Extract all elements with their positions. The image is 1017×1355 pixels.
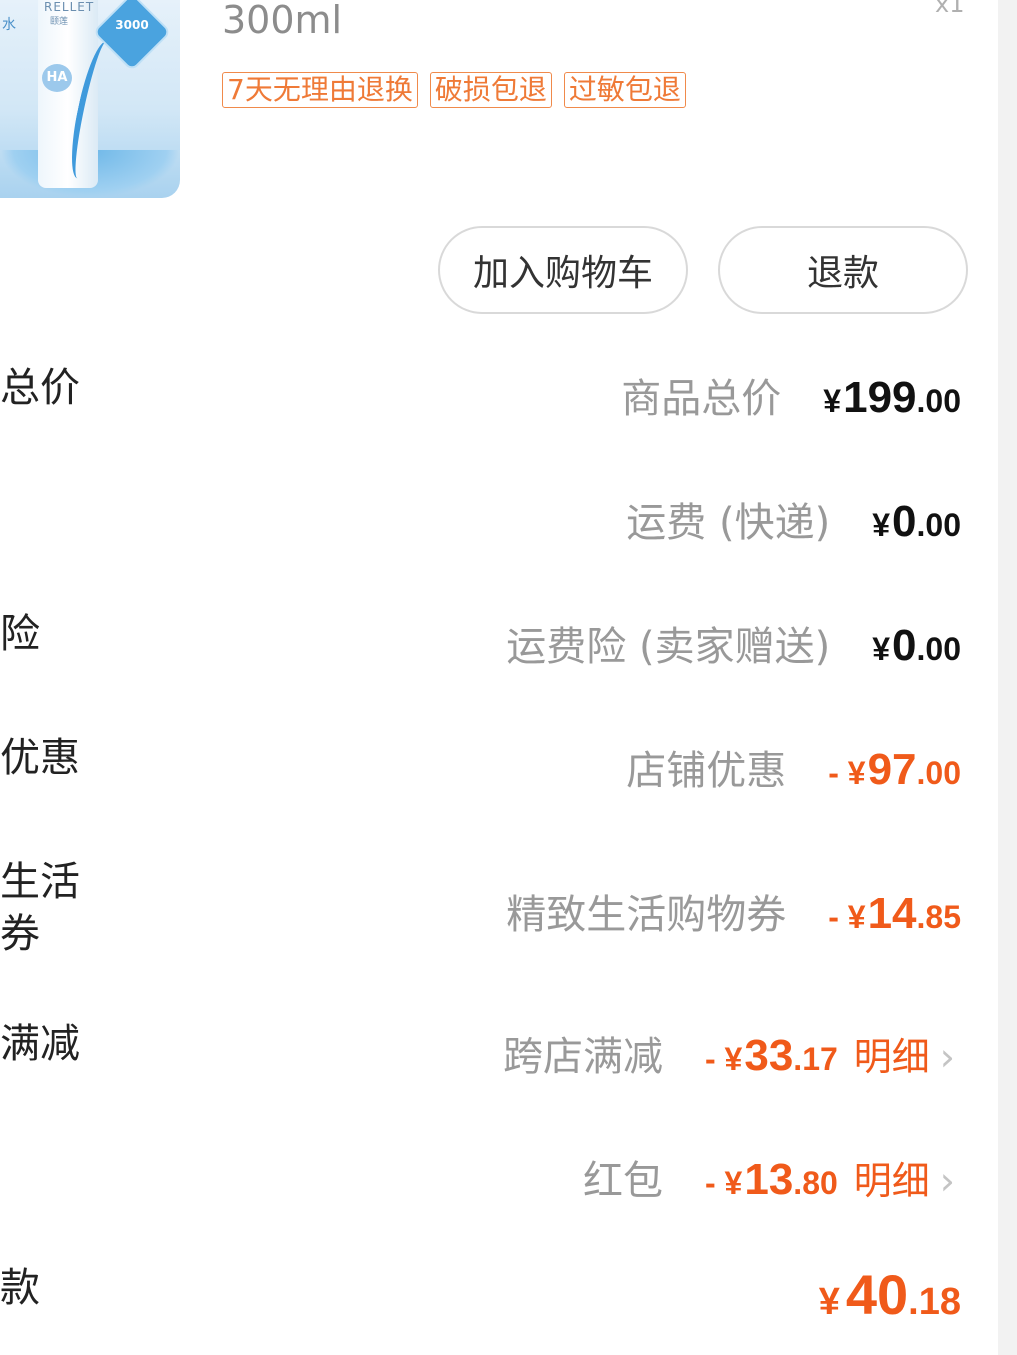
product-quantity: x1 (935, 0, 965, 18)
row-label: 运费险 (卖家赠送) (506, 624, 831, 670)
amount-decimal: .18 (908, 1281, 961, 1323)
amount-integer: 13 (744, 1155, 794, 1204)
row-amount: ¥ 0 .00 (872, 621, 961, 671)
tag-damage-return: 破损包退 (429, 72, 552, 108)
amount-integer: 199 (843, 373, 917, 422)
product-spec: 300ml (222, 0, 343, 42)
currency-symbol: ¥ (872, 507, 891, 543)
total-payment-amount: ¥ 40 .18 (819, 1262, 961, 1327)
left-label-cross-store: 满减 (0, 1021, 80, 1067)
service-tags: 7天无理由退换 破损包退 过敏包退 (222, 72, 686, 108)
left-label-coupon: 生活 券 (0, 859, 80, 957)
currency-symbol: ¥ (872, 631, 891, 667)
row-label: 运费 (快递) (626, 500, 831, 546)
amount-decimal: .00 (916, 755, 961, 791)
detail-link[interactable]: 明细 (854, 1026, 930, 1081)
amount-integer: 33 (744, 1031, 794, 1080)
amount-integer: 97 (867, 745, 917, 794)
amount-integer: 14 (867, 889, 917, 938)
row-lifestyle-coupon: 精致生活购物券 - ¥ 14 .85 (506, 882, 961, 940)
tag-return-7days: 7天无理由退换 (222, 72, 418, 108)
currency-symbol: ¥ (823, 383, 842, 419)
row-amount: - ¥ 97 .00 (828, 745, 961, 795)
row-cross-store-discount[interactable]: 跨店满减 - ¥ 33 .17 明细 › (503, 1024, 955, 1082)
row-amount: - ¥ 14 .85 (828, 889, 961, 939)
product-brand: RELLET (44, 0, 95, 14)
product-side-text: 水 (2, 17, 16, 33)
amount-decimal: .17 (793, 1041, 838, 1077)
currency-symbol: ¥ (818, 1281, 840, 1323)
row-label: 店铺优惠 (626, 748, 787, 794)
amount-decimal: .00 (916, 383, 961, 419)
left-label-insurance: 险 (0, 611, 40, 657)
row-red-packet[interactable]: 红包 - ¥ 13 .80 明细 › (583, 1148, 955, 1206)
badge-text: 3000 (115, 18, 149, 32)
row-amount: ¥ 0 .00 (872, 497, 961, 547)
row-amount: - ¥ 33 .17 (705, 1031, 838, 1081)
row-goods-total: 商品总价 ¥ 199 .00 (621, 366, 961, 424)
right-edge-strip (998, 0, 1017, 1355)
currency-symbol: - ¥ (828, 899, 866, 935)
row-label: 红包 (583, 1158, 663, 1204)
row-shipping-insurance: 运费险 (卖家赠送) ¥ 0 .00 (506, 614, 961, 672)
currency-symbol: - ¥ (705, 1165, 743, 1201)
tag-allergy-return: 过敏包退 (563, 72, 686, 108)
row-label: 精致生活购物券 (506, 892, 787, 938)
detail-link[interactable]: 明细 (854, 1150, 930, 1205)
amount-decimal: .85 (916, 899, 961, 935)
row-store-discount: 店铺优惠 - ¥ 97 .00 (626, 738, 961, 796)
amount-integer: 40 (845, 1263, 909, 1326)
row-amount: - ¥ 13 .80 (705, 1155, 838, 1205)
add-to-cart-button[interactable]: 加入购物车 (438, 226, 688, 314)
amount-integer: 0 (892, 621, 917, 670)
amount-decimal: .80 (793, 1165, 838, 1201)
product-brand-cn: 颐莲 (50, 17, 69, 27)
currency-symbol: - ¥ (705, 1041, 743, 1077)
chevron-right-icon[interactable]: › (940, 1035, 955, 1079)
row-label: 跨店满减 (503, 1034, 663, 1080)
refund-button[interactable]: 退款 (718, 226, 968, 314)
currency-symbol: - ¥ (828, 755, 866, 791)
left-label-discount: 优惠 (0, 735, 80, 781)
ha-icon: HA (42, 64, 72, 92)
left-label-payment: 款 (0, 1265, 40, 1311)
row-shipping: 运费 (快递) ¥ 0 .00 (626, 490, 961, 548)
product-thumbnail[interactable]: RELLET 颐莲 水 HA 3000 (0, 0, 180, 198)
amount-decimal: .00 (916, 631, 961, 667)
left-label-total: 总价 (0, 365, 80, 411)
amount-decimal: .00 (916, 507, 961, 543)
chevron-right-icon[interactable]: › (940, 1159, 955, 1203)
row-amount: ¥ 199 .00 (823, 373, 961, 423)
amount-integer: 0 (892, 497, 917, 546)
row-label: 商品总价 (621, 376, 782, 422)
